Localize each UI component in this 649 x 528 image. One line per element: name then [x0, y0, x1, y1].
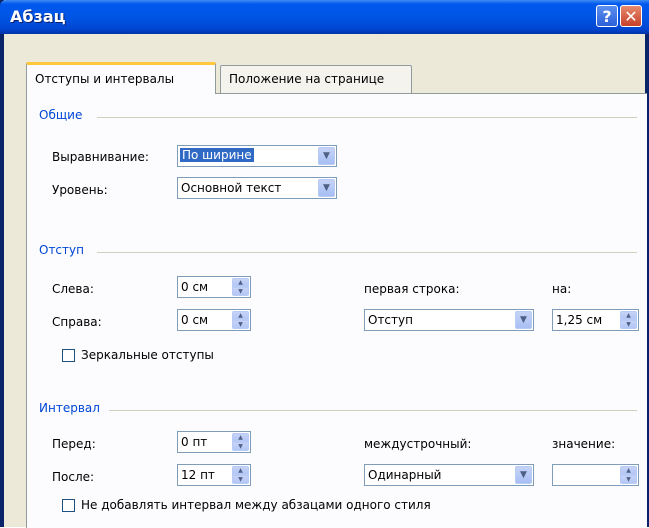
first-line-select[interactable]: Отступ ▼ [364, 309, 534, 331]
indent-group-title: Отступ [39, 243, 90, 257]
tab-label: Отступы и интервалы [35, 72, 175, 86]
alignment-select[interactable]: По ширине ▼ [177, 145, 337, 167]
close-icon: ✕ [624, 6, 638, 26]
right-indent-label: Справа: [52, 315, 102, 329]
tab-label: Положение на странице [229, 72, 385, 86]
help-icon: ? [602, 6, 612, 26]
spin-up-icon[interactable]: ▲ [232, 311, 249, 320]
right-indent-value: 0 см [181, 313, 209, 327]
spin-up-icon[interactable]: ▲ [232, 433, 249, 442]
spacing-group-title: Интервал [39, 401, 106, 415]
right-indent-spinner[interactable]: 0 см ▲ ▼ [177, 309, 251, 331]
line-spacing-label: междустрочный: [364, 437, 472, 451]
dont-add-space-checkbox[interactable] [62, 499, 75, 512]
line-spacing-at-spinner[interactable]: ▲ ▼ [552, 464, 639, 486]
dropdown-arrow-icon[interactable]: ▼ [515, 466, 532, 484]
dropdown-arrow-icon[interactable]: ▼ [318, 179, 335, 197]
before-label: Перед: [52, 437, 96, 451]
general-group-title: Общие [39, 108, 89, 122]
after-spinner[interactable]: 12 пт ▲ ▼ [177, 464, 251, 486]
alignment-label: Выравнивание: [52, 150, 149, 164]
mirror-indents-checkbox[interactable] [62, 349, 75, 362]
paragraph-dialog: Абзац ? ✕ Отступы и интервалы Положение … [0, 0, 649, 528]
tab-indents-spacing[interactable]: Отступы и интервалы [26, 62, 216, 94]
spin-down-icon[interactable]: ▼ [232, 320, 249, 329]
level-label: Уровень: [52, 183, 108, 197]
dropdown-arrow-icon[interactable]: ▼ [318, 147, 335, 165]
spin-up-icon[interactable]: ▲ [232, 466, 249, 475]
dropdown-arrow-icon[interactable]: ▼ [515, 311, 532, 329]
line-spacing-value: Одинарный [368, 468, 442, 482]
left-indent-label: Слева: [52, 282, 94, 296]
group-divider [97, 252, 637, 253]
first-line-label: первая строка: [364, 282, 460, 296]
group-divider [109, 410, 637, 411]
after-value: 12 пт [181, 468, 215, 482]
alignment-value: По ширине [180, 148, 254, 162]
tab-panel: Общие Выравнивание: По ширине ▼ Уровень:… [26, 93, 647, 528]
first-line-by-value: 1,25 см [556, 313, 603, 327]
spin-down-icon[interactable]: ▼ [232, 475, 249, 484]
spin-up-icon[interactable]: ▲ [620, 311, 637, 320]
line-spacing-select[interactable]: Одинарный ▼ [364, 464, 534, 486]
window-title: Абзац [10, 7, 66, 26]
help-button[interactable]: ? [596, 5, 618, 27]
spin-down-icon[interactable]: ▼ [232, 287, 249, 296]
spin-up-icon[interactable]: ▲ [232, 278, 249, 287]
level-select[interactable]: Основной текст ▼ [177, 177, 337, 199]
first-line-by-spinner[interactable]: 1,25 см ▲ ▼ [552, 309, 639, 331]
spin-down-icon[interactable]: ▼ [620, 475, 637, 484]
at-label: значение: [552, 437, 616, 451]
first-line-value: Отступ [368, 313, 413, 327]
spin-down-icon[interactable]: ▼ [620, 320, 637, 329]
before-value: 0 пт [181, 435, 208, 449]
by-label: на: [552, 282, 572, 296]
dont-add-space-label[interactable]: Не добавлять интервал между абзацами одн… [81, 498, 431, 512]
close-button[interactable]: ✕ [620, 5, 642, 27]
group-divider [97, 117, 637, 118]
left-indent-value: 0 см [181, 280, 209, 294]
mirror-indents-label[interactable]: Зеркальные отступы [81, 348, 214, 362]
before-spinner[interactable]: 0 пт ▲ ▼ [177, 431, 251, 453]
left-indent-spinner[interactable]: 0 см ▲ ▼ [177, 276, 251, 298]
after-label: После: [52, 470, 95, 484]
spin-down-icon[interactable]: ▼ [232, 442, 249, 451]
spin-up-icon[interactable]: ▲ [620, 466, 637, 475]
level-value: Основной текст [181, 181, 282, 195]
title-bar[interactable]: Абзац ? ✕ [0, 0, 649, 34]
tab-line-page-breaks[interactable]: Положение на странице [220, 65, 412, 93]
